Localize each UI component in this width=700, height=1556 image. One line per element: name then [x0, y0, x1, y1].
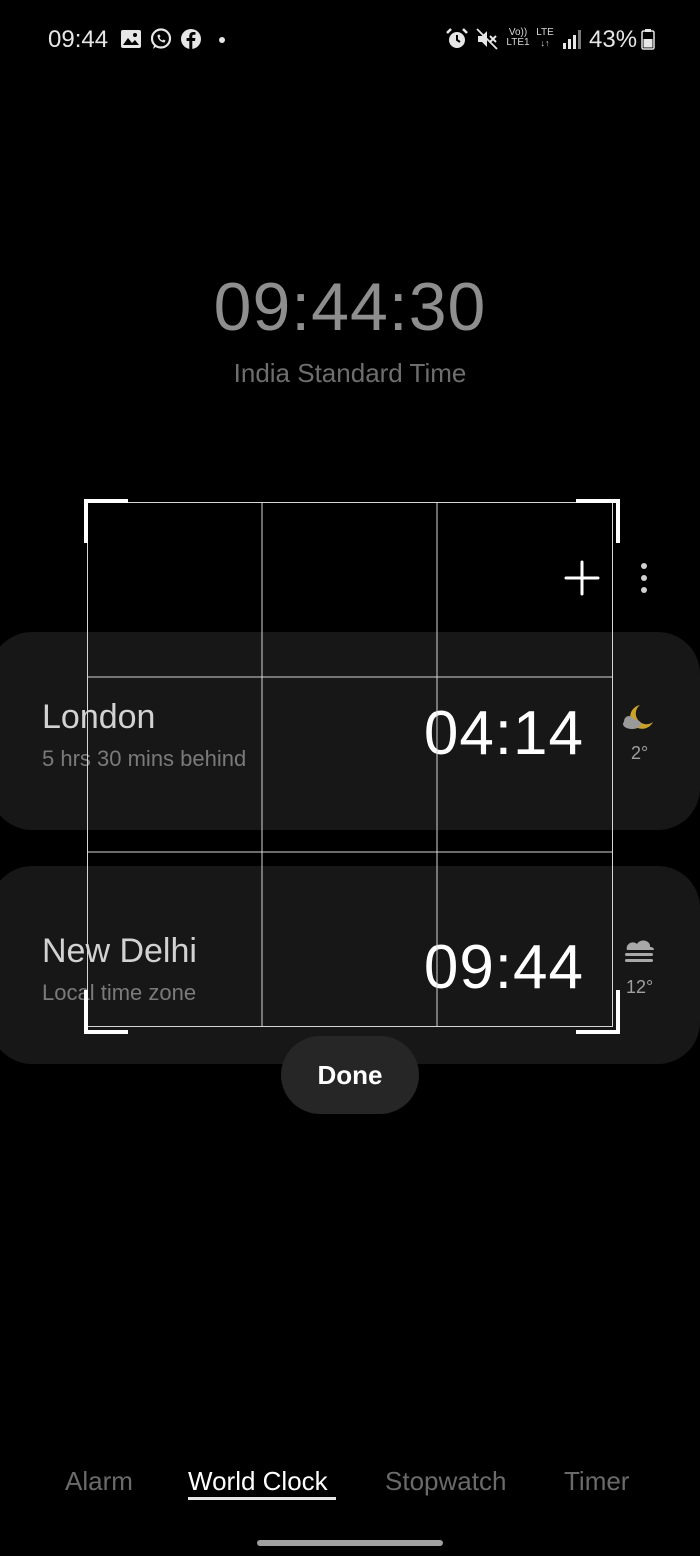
- done-button[interactable]: Done: [281, 1036, 419, 1114]
- crop-handle-top-right[interactable]: [576, 499, 620, 543]
- battery-percent: 43%: [589, 26, 638, 53]
- moon-cloud-icon: [623, 705, 653, 729]
- more-vertical-icon[interactable]: [632, 560, 656, 596]
- data-arrows-icon: ↓↑: [540, 38, 550, 48]
- tab-world-clock[interactable]: World Clock: [188, 1466, 328, 1497]
- battery-icon: [641, 29, 655, 50]
- crop-handle-bottom-right[interactable]: [576, 990, 620, 1034]
- lte1-label: LTE1: [506, 37, 530, 48]
- active-tab-indicator: [188, 1497, 336, 1500]
- mute-icon: [476, 28, 498, 50]
- whatsapp-icon: [150, 28, 172, 49]
- main-clock-zone: India Standard Time: [233, 358, 467, 388]
- crop-handle-top-left[interactable]: [84, 499, 128, 543]
- lte-label: LTE: [536, 27, 554, 38]
- weather-temp: 12°: [626, 977, 654, 997]
- weather-temp: 2°: [631, 743, 649, 763]
- tab-timer[interactable]: Timer: [564, 1466, 629, 1497]
- tab-alarm[interactable]: Alarm: [65, 1466, 133, 1497]
- main-clock-time: 09:44:30: [213, 269, 487, 345]
- crop-grid[interactable]: [87, 502, 613, 1027]
- crop-handle-bottom-left[interactable]: [84, 990, 128, 1034]
- alarm-icon: [446, 28, 468, 48]
- dot-icon: [219, 37, 225, 43]
- home-indicator[interactable]: [257, 1540, 443, 1546]
- signal-icon: [563, 30, 581, 49]
- facebook-icon: [181, 29, 201, 49]
- tab-stopwatch[interactable]: Stopwatch: [385, 1466, 506, 1497]
- lte-indicator: LTE ↓↑: [533, 27, 557, 49]
- volte-indicator: Vo)) LTE1: [504, 28, 532, 48]
- fog-cloud-icon: [625, 940, 654, 962]
- status-time: 09:44: [48, 26, 109, 53]
- status-bar: 09:44 Vo)) LTE1 LTE ↓↑ 43%: [0, 0, 700, 80]
- gallery-icon: [121, 30, 141, 48]
